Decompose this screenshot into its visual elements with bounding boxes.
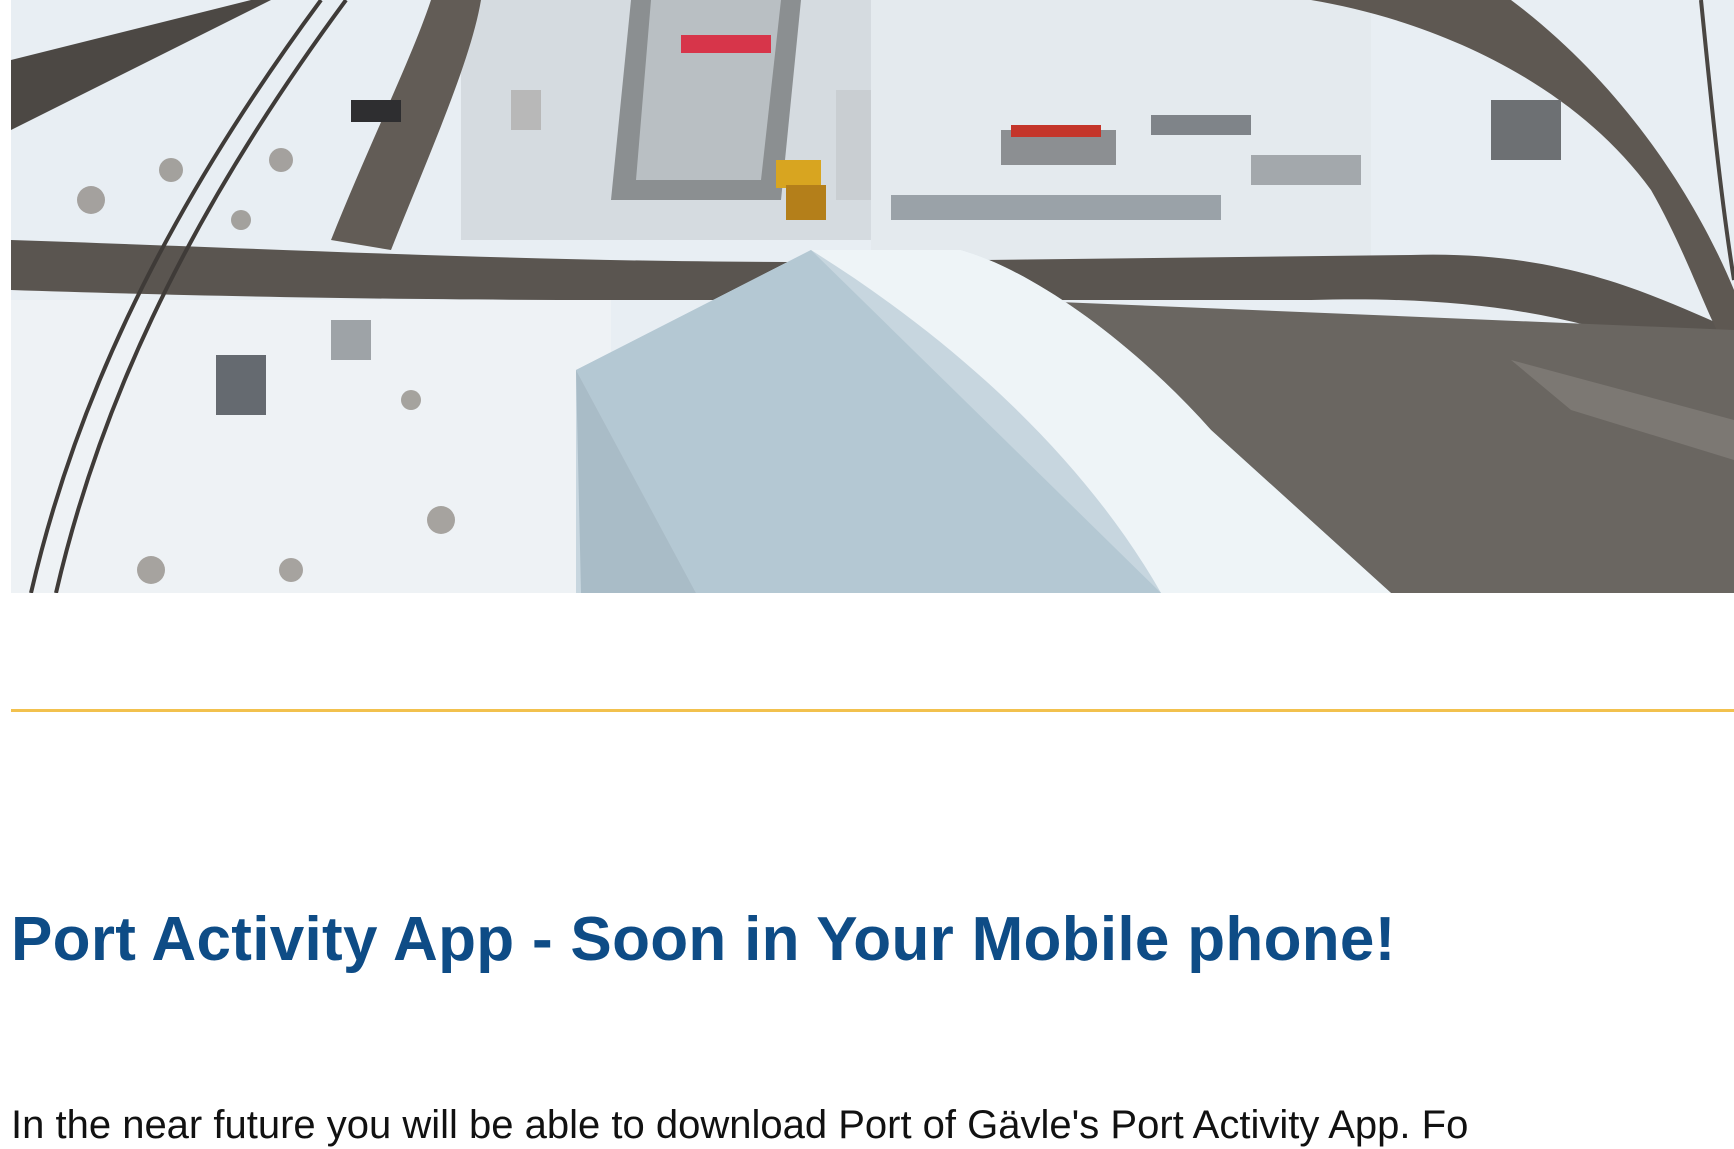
section-divider [11, 709, 1734, 712]
hero-image [11, 0, 1734, 593]
article-body-text: In the near future you will be able to d… [11, 1103, 1469, 1147]
article-heading: Port Activity App - Soon in Your Mobile … [11, 905, 1396, 974]
